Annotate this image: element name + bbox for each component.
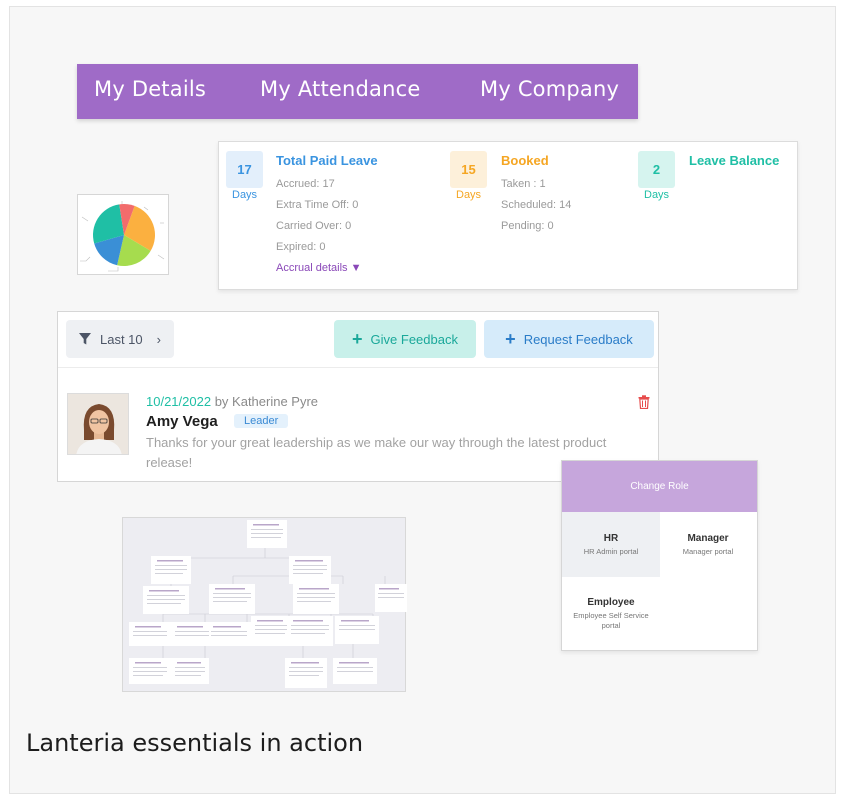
feedback-author: by Katherine Pyre [214,394,319,409]
feedback-date: 10/21/2022 [146,394,212,409]
booked-leave-count: 15 [450,151,487,188]
funnel-icon [79,333,91,345]
feedback-toolbar: Last 10 › + Give Feedback + Request Feed… [58,312,658,368]
caption: Lanteria essentials in action [26,729,364,757]
change-role-title: Change Role [562,461,757,512]
taken-line: Taken : 1 [501,178,546,190]
leave-balance-unit: Days [644,189,670,201]
role-description: HR Admin portal [583,546,639,556]
pie-slices [93,204,155,266]
role-description: Employee Self Service portal [573,611,649,630]
leave-balance-count: 2 [638,151,675,188]
avatar [67,393,129,455]
plus-icon: + [505,329,516,349]
pending-line: Pending: 0 [501,220,554,232]
nav-my-company[interactable]: My Company [480,77,619,101]
delete-button[interactable] [638,394,650,413]
accrual-details-link[interactable]: Accrual details ▼ [276,262,361,274]
role-option-employee[interactable]: Employee Employee Self Service portal [562,579,660,649]
plus-icon: + [352,329,363,349]
accrued-line: Accrued: 17 [276,178,335,190]
pie-chart-thumbnail [77,194,169,275]
give-feedback-button[interactable]: + Give Feedback [334,320,476,358]
role-option-hr[interactable]: HR HR Admin portal [562,512,660,577]
role-name: Employee [587,597,635,608]
org-chart [129,520,407,688]
role-description: Manager portal [682,546,734,556]
booked-leave-title: Booked [501,153,549,168]
nav-my-attendance[interactable]: My Attendance [260,77,421,101]
person-photo [68,394,128,454]
employee-name[interactable]: Amy Vega [146,413,218,430]
scheduled-line: Scheduled: 14 [501,199,572,211]
chevron-right-icon: › [156,331,161,347]
request-feedback-button[interactable]: + Request Feedback [484,320,654,358]
top-nav: My Details My Attendance My Company [77,64,638,119]
give-feedback-label: Give Feedback [370,331,458,347]
paid-leave-count: 17 [226,151,263,188]
org-chart-thumbnail [122,517,407,692]
leave-summary-card: 17 Days Total Paid Leave Accrued: 17 Ext… [218,141,798,290]
booked-leave-unit: Days [456,189,482,201]
extra-time-off-line: Extra Time Off: 0 [276,199,359,211]
nav-my-details[interactable]: My Details [94,77,206,101]
paid-leave-title: Total Paid Leave [276,153,378,168]
leader-tag: Leader [234,414,289,428]
pie-chart [80,201,165,272]
filter-label: Last 10 [100,331,143,347]
request-feedback-label: Request Feedback [523,331,633,347]
change-role-card: Change Role HR HR Admin portal Manager M… [561,460,758,651]
carried-over-line: Carried Over: 0 [276,220,352,232]
feedback-meta: 10/21/2022 by Katherine Pyre [146,394,318,409]
expired-line: Expired: 0 [276,241,326,253]
paid-leave-unit: Days [232,189,258,201]
role-option-manager[interactable]: Manager Manager portal [659,512,757,577]
role-name: Manager [687,532,729,544]
role-name: HR [603,532,619,544]
filter-button[interactable]: Last 10 › [66,320,174,358]
leave-balance-title: Leave Balance [689,153,780,168]
trash-icon [638,395,650,410]
feedback-panel: Last 10 › + Give Feedback + Request Feed… [57,311,659,482]
